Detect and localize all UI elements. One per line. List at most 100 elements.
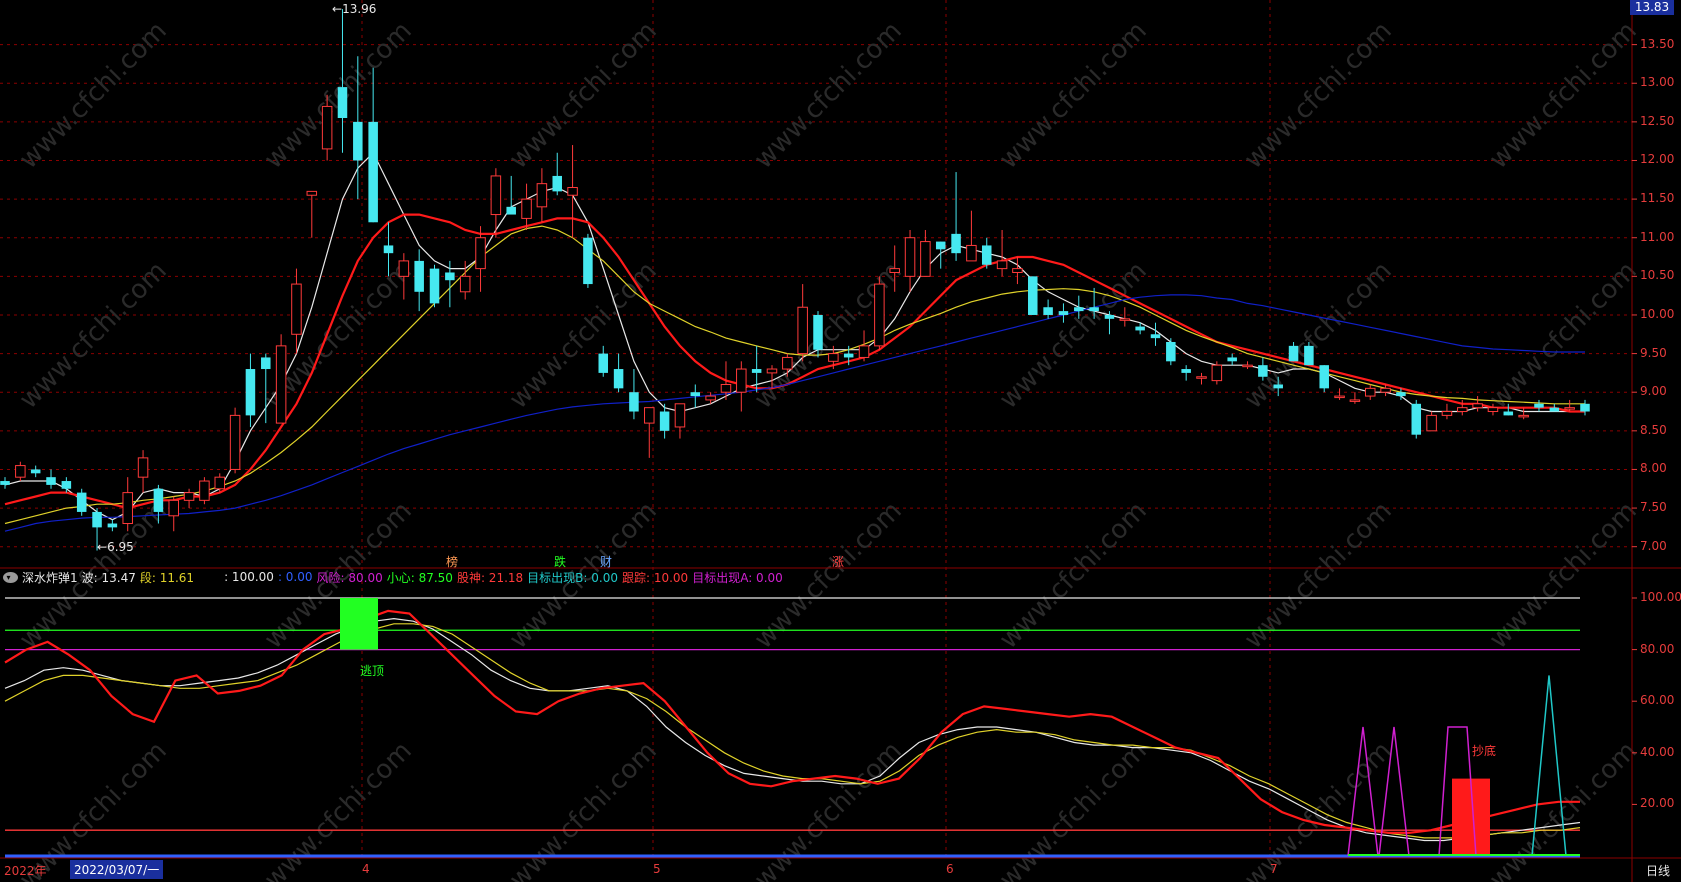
candle-body [107, 523, 118, 528]
candle-body [1196, 376, 1207, 379]
candle-body [813, 314, 823, 350]
candle-body [1426, 414, 1437, 432]
candle-body [490, 175, 502, 216]
candle-body [751, 369, 762, 373]
price-tick-label: 11.50 [1640, 191, 1675, 206]
candle-body [629, 392, 639, 412]
candle-body [536, 183, 548, 208]
watermark-text: www.cfchi.com [1239, 16, 1398, 175]
escape-top-bar [340, 598, 378, 650]
candle-body [521, 198, 532, 219]
month-label-4: 4 [362, 862, 370, 876]
candle-body [720, 383, 732, 393]
candle-body [1150, 334, 1161, 339]
candle-body [15, 465, 26, 478]
candle-body [874, 283, 885, 347]
candle-body [996, 260, 1008, 270]
candle-body [429, 268, 440, 304]
candle-body [137, 457, 149, 478]
price-tick-label: 8.50 [1640, 422, 1667, 437]
signal-mark-zhang: 涨 [832, 555, 845, 569]
candle-body [92, 511, 102, 528]
candle-body [1058, 311, 1069, 315]
indicator-legend: ▾ 深水炸弹1 波: 13.47 段: 11.61 : 100.00 : 0.0… [0, 568, 1620, 586]
candle-body [659, 411, 670, 431]
candle-body [368, 121, 378, 223]
price-tick-label: 13.50 [1640, 36, 1675, 51]
candle-body [904, 237, 916, 277]
candle-body [1074, 307, 1084, 312]
candle-body [414, 260, 424, 292]
legend-name[interactable]: 深水炸弹1 [22, 569, 82, 586]
indicator-tick-label: 20.00 [1640, 796, 1675, 811]
watermarks: www.cfchi.com www.cfchi.com www.cfchi.com w… [14, 16, 1643, 882]
candle-body [122, 492, 133, 525]
price-tick-label: 9.50 [1640, 345, 1667, 360]
candle-body [0, 481, 10, 485]
legend-hundred: : 100.00 [224, 570, 274, 584]
candle-body [598, 353, 609, 373]
candle-body [1258, 365, 1268, 377]
price-tick-label: 7.50 [1640, 500, 1667, 515]
indicator-tick-label: 60.00 [1640, 693, 1675, 708]
signal-mark-die: 跌 [554, 555, 567, 569]
candle-body [383, 245, 394, 254]
low-annotation: ←6.95 [97, 540, 134, 554]
period-button[interactable]: 日线 [1646, 862, 1670, 879]
watermark-text: www.cfchi.com [14, 16, 173, 175]
candle-body [291, 283, 302, 335]
candle-body [1304, 345, 1314, 366]
watermark-text: www.cfchi.com [749, 16, 908, 175]
stock-chart[interactable]: www.cfchi.com www.cfchi.com www.cfchi.com w… [0, 0, 1681, 882]
candle-body [199, 480, 210, 501]
candle-body [1349, 399, 1361, 402]
candle-body [828, 353, 839, 362]
candle-body [1288, 345, 1299, 362]
candle-body [1580, 403, 1590, 412]
candle-body [644, 407, 655, 424]
candle-body [30, 469, 41, 474]
ma-line [4, 151, 1585, 521]
watermark-text: www.cfchi.com [14, 256, 173, 415]
candle-body [1319, 365, 1329, 389]
candle-body [951, 233, 961, 254]
candle-body [337, 87, 348, 118]
candle-body [46, 477, 56, 485]
candle-body [398, 260, 410, 277]
indicator-panel [4, 597, 1581, 858]
candle-body [1472, 403, 1483, 409]
low-value: 6.95 [107, 540, 134, 554]
watermark-text: www.cfchi.com [504, 16, 663, 175]
candle-body [1242, 364, 1253, 368]
legend-risk: 风险: 80.00 [316, 570, 383, 585]
price-tick-label: 7.00 [1640, 538, 1667, 553]
candle-body [935, 241, 946, 250]
candle-body [61, 481, 72, 489]
candle-body [1380, 387, 1391, 393]
candle-body [1518, 414, 1529, 418]
candle-body [1211, 364, 1223, 382]
legend-targetA: 目标出现A: 0.00 [692, 570, 783, 585]
month-label-5: 5 [653, 862, 661, 876]
candle-body [1227, 357, 1237, 362]
candle-body [674, 403, 686, 428]
candle-body [981, 245, 992, 265]
candle-body [506, 206, 516, 215]
candle-body [475, 237, 486, 270]
candle-body [1457, 407, 1468, 413]
current-price: 13.83 [1634, 0, 1670, 14]
candle-body [843, 353, 854, 358]
candle-body [1334, 395, 1345, 399]
legend-targetB: 目标出现B: 0.00 [527, 570, 618, 585]
indicator-collapse-icon[interactable]: ▾ [3, 571, 18, 583]
month-label-7: 7 [1270, 862, 1278, 876]
candle-body [261, 357, 271, 370]
legend-careful: 小心: 87.50 [386, 570, 453, 585]
legend-zero: : 0.00 [277, 570, 313, 584]
candle-body [1104, 314, 1115, 319]
candle-body [920, 241, 931, 277]
candle-body [245, 369, 256, 416]
cursor-date[interactable]: 2022/03/07/一 [70, 860, 164, 879]
candle-body [782, 356, 793, 370]
candle-body [1028, 276, 1038, 315]
